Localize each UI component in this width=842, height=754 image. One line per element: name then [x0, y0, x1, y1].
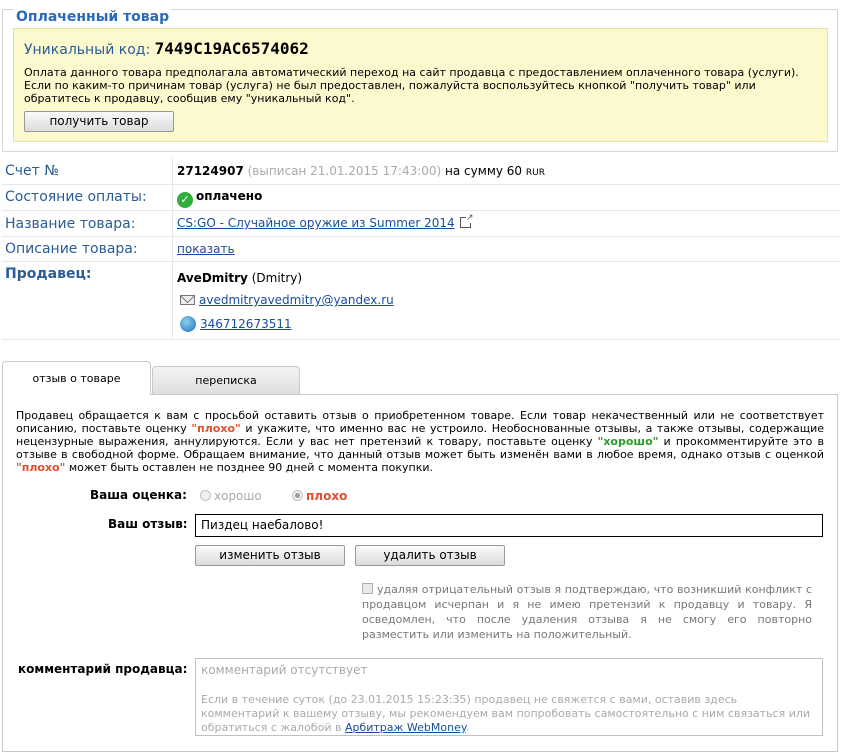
- rating-bad-label: плохо: [306, 489, 348, 503]
- tab-review[interactable]: отзыв о товаре: [2, 361, 151, 395]
- external-link-icon[interactable]: ↗: [460, 214, 474, 228]
- seller-nick: AveDmitry: [177, 271, 248, 285]
- seller-label: Продавец:: [5, 266, 92, 282]
- delete-review-button[interactable]: удалить отзыв: [355, 545, 505, 566]
- comment-note-end: .: [465, 721, 470, 734]
- seller-email-line: avedmitryavedmitry@yandex.ru: [180, 293, 394, 307]
- unique-code-value: 7449C19AC6574062: [154, 39, 309, 58]
- description-row: Описание товара: показать: [2, 237, 840, 262]
- edit-review-button[interactable]: изменить отзыв: [195, 545, 345, 566]
- invoice-sum: на сумму 60: [445, 164, 523, 178]
- intro-good-word: "хорошо": [597, 435, 659, 448]
- invoice-issued: (выписан 21.01.2015 17:43:00): [247, 164, 442, 178]
- arbitrage-link[interactable]: Арбитраж WebMoney: [345, 721, 466, 734]
- unique-code-line: Уникальный код: 7449C19AC6574062: [24, 39, 309, 58]
- rating-label: Ваша оценка:: [90, 488, 187, 502]
- intro-bad-word-2: "плохо": [16, 461, 66, 474]
- payment-row: Состояние оплаты: ✓ оплачено: [2, 185, 840, 211]
- seller-row: Продавец: AveDmitry (Dmitry) avedmitryav…: [2, 262, 840, 340]
- seller-name: (Dmitry): [251, 271, 303, 285]
- seller-wmid-link[interactable]: 346712673511: [200, 317, 292, 331]
- seller-comment-label: комментарий продавца:: [18, 662, 188, 676]
- rating-good-radio[interactable]: [200, 490, 211, 501]
- seller-comment-placeholder: комментарий отсутствует: [201, 663, 368, 677]
- payment-status: оплачено: [196, 189, 263, 203]
- show-description-link[interactable]: показать: [177, 242, 235, 256]
- seller-wmid-line: 346712673511: [180, 316, 292, 332]
- intro-part-4: может быть оставлен не позднее 90 дней с…: [68, 461, 433, 474]
- product-label: Название товара:: [5, 216, 136, 232]
- rating-good-label: хорошо: [214, 489, 262, 503]
- invoice-row: Счет № 27124907 (выписан 21.01.2015 17:4…: [2, 157, 840, 185]
- get-product-button[interactable]: получить товар: [24, 111, 174, 132]
- review-label: Ваш отзыв:: [108, 517, 188, 531]
- delete-confirm: удаляя отрицательный отзыв я подтверждаю…: [362, 582, 812, 642]
- seller-name-line: AveDmitry (Dmitry): [177, 271, 302, 285]
- review-intro: Продавец обращается к вам с просьбой ост…: [16, 409, 824, 474]
- intro-bad-word: "плохо": [191, 422, 241, 435]
- rating-bad-option[interactable]: плохо: [292, 489, 347, 503]
- notice-text: Оплата данного товара предполагала автом…: [24, 66, 799, 105]
- webmoney-icon: [180, 316, 196, 332]
- delete-confirm-text: удаляя отрицательный отзыв я подтверждаю…: [362, 583, 812, 641]
- rating-bad-radio[interactable]: [292, 490, 303, 501]
- description-label: Описание товара:: [5, 241, 138, 257]
- unique-code-notice: Уникальный код: 7449C19AC6574062 Оплата …: [13, 28, 828, 142]
- description-value: показать: [177, 242, 235, 256]
- rating-good-option[interactable]: хорошо: [200, 489, 262, 503]
- paid-product-legend: Оплаченный товар: [14, 9, 172, 25]
- product-row: Название товара: CS:GO - Случайное оружи…: [2, 211, 840, 237]
- payment-value: ✓ оплачено: [177, 189, 262, 208]
- review-input[interactable]: Пиздец наебалово!: [195, 514, 823, 537]
- tab-correspondence[interactable]: переписка: [152, 366, 300, 395]
- invoice-number: 27124907: [177, 164, 244, 178]
- invoice-value: 27124907 (выписан 21.01.2015 17:43:00) н…: [177, 164, 545, 178]
- delete-confirm-checkbox[interactable]: [362, 583, 373, 594]
- invoice-currency: RUR: [525, 168, 545, 178]
- invoice-label: Счет №: [5, 163, 59, 179]
- check-icon: ✓: [177, 192, 193, 208]
- product-value: CS:GO - Случайное оружие из Summer 2014 …: [177, 214, 474, 230]
- payment-label: Состояние оплаты:: [5, 189, 147, 205]
- envelope-icon: [180, 295, 195, 305]
- unique-code-label: Уникальный код:: [24, 42, 151, 58]
- product-link[interactable]: CS:GO - Случайное оружие из Summer 2014: [177, 216, 455, 230]
- seller-email-link[interactable]: avedmitryavedmitry@yandex.ru: [199, 293, 394, 307]
- seller-comment-box: комментарий отсутствует Если в течение с…: [195, 658, 823, 736]
- seller-comment-note: Если в течение суток (до 23.01.2015 15:2…: [201, 693, 816, 735]
- comment-note-text: Если в течение суток (до 23.01.2015 15:2…: [201, 693, 811, 734]
